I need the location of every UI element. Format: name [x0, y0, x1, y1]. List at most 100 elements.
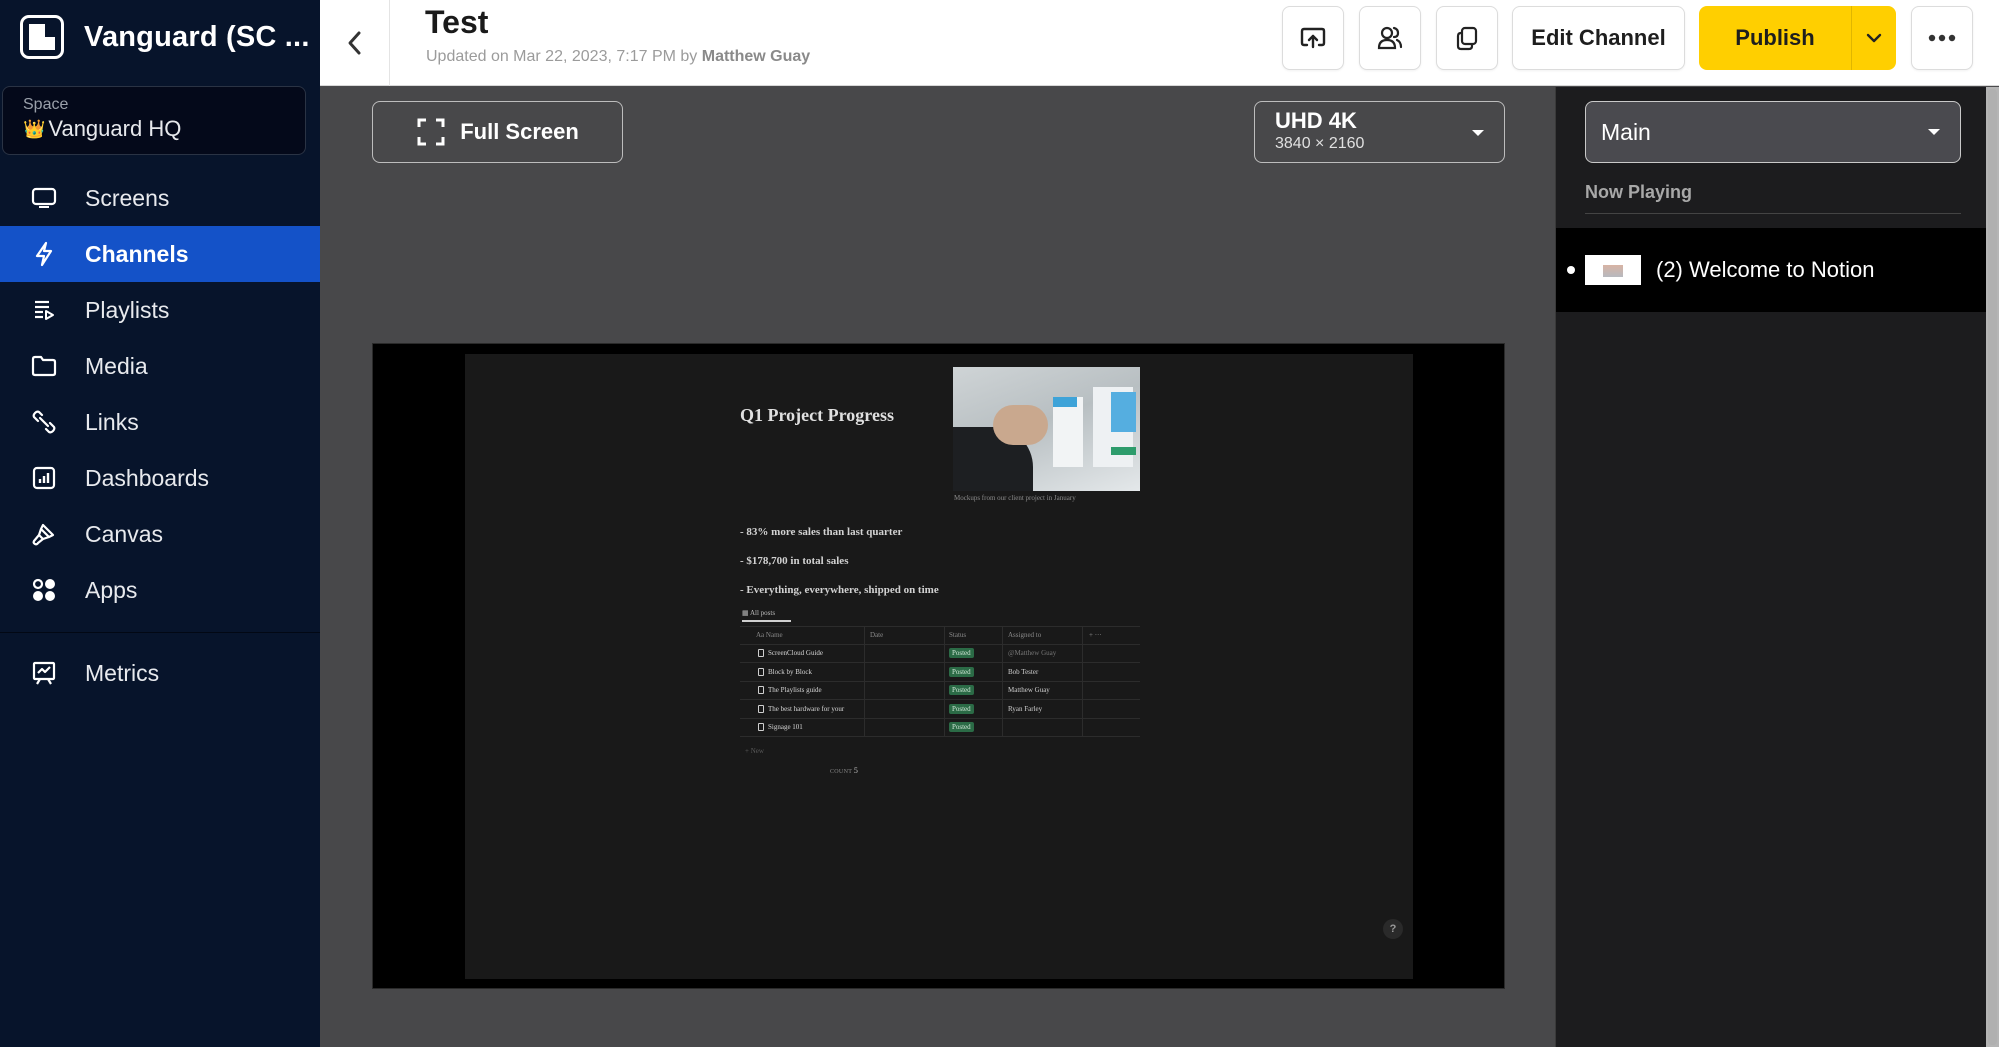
sidebar-item-media[interactable]: Media	[0, 338, 320, 394]
col-add: + ···	[1089, 631, 1102, 640]
row-name: Signage 101	[768, 723, 803, 732]
org-name: Vanguard (SC ...	[84, 20, 310, 53]
divider	[1585, 213, 1961, 214]
status-badge: Posted	[949, 703, 974, 714]
row-name: Block by Block	[768, 667, 812, 676]
table-header: Aa Name Date Status Assigned to + ···	[740, 626, 1140, 645]
fullscreen-icon	[417, 118, 445, 146]
sidebar-item-apps[interactable]: Apps	[0, 562, 320, 618]
sidebar-item-label: Metrics	[85, 659, 160, 686]
share-icon	[1300, 27, 1326, 49]
right-panel: Main Now Playing (2) Welcome to Notion	[1555, 87, 1987, 1047]
page-icon	[758, 723, 764, 732]
now-playing-item[interactable]: (2) Welcome to Notion	[1556, 228, 1987, 312]
nav-divider	[0, 632, 320, 633]
duplicate-icon	[1456, 26, 1478, 51]
row-assigned: @Matthew Guay	[1003, 644, 1083, 662]
sidebar-item-channels[interactable]: Channels	[0, 226, 320, 282]
publish-button[interactable]: Publish	[1699, 6, 1852, 70]
status-badge: Posted	[949, 666, 974, 677]
posts-table: Aa Name Date Status Assigned to + ··· Sc…	[740, 626, 1140, 737]
zone-select[interactable]: Main	[1585, 101, 1961, 163]
folder-icon	[30, 352, 58, 380]
screencloud-logo-icon	[20, 15, 64, 59]
tab-label: All posts	[749, 609, 776, 617]
space-value: 👑 Vanguard HQ	[23, 116, 285, 142]
status-badge: Posted	[949, 648, 974, 659]
content-thumbnail	[1585, 255, 1641, 285]
table-row: The best hardware for your Posted Ryan F…	[740, 700, 1140, 719]
sidebar-item-screens[interactable]: Screens	[0, 170, 320, 226]
sidebar-item-label: Screens	[85, 184, 170, 211]
resolution-dims: 3840 × 2160	[1275, 135, 1365, 152]
row-name: The Playlists guide	[768, 686, 822, 695]
space-label: Space	[23, 96, 69, 113]
sidebar-item-label: Playlists	[85, 296, 170, 323]
table-row: The Playlists guide Posted Matthew Guay	[740, 681, 1140, 700]
table-row: Signage 101 Posted	[740, 718, 1140, 737]
bullet-item: - Everything, everywhere, shipped on tim…	[740, 584, 939, 596]
scrollbar-thumb[interactable]	[1988, 89, 1997, 1045]
updated-text: Updated on Mar 22, 2023, 7:17 PM by	[426, 48, 702, 65]
scrollbar[interactable]	[1986, 87, 1999, 1047]
back-button[interactable]	[320, 0, 390, 86]
row-assigned	[1003, 718, 1083, 736]
space-name: Vanguard HQ	[48, 116, 182, 141]
page-icon	[758, 686, 764, 695]
table-view-tab: ▦ All posts	[742, 609, 791, 622]
status-badge: Posted	[949, 685, 974, 696]
col-date: Date	[865, 627, 945, 644]
notion-page-preview: Q1 Project Progress Mockups from our cli…	[465, 354, 1413, 979]
page-icon	[758, 667, 764, 676]
new-row-label: + New	[745, 747, 764, 755]
sidebar: Vanguard (SC ... Space 👑 Vanguard HQ Scr…	[0, 0, 320, 1047]
screen-icon	[30, 184, 58, 212]
sidebar-item-playlists[interactable]: Playlists	[0, 282, 320, 338]
link-icon	[30, 408, 58, 436]
full-screen-label: Full Screen	[460, 119, 579, 144]
sidebar-item-metrics[interactable]: Metrics	[0, 645, 320, 701]
caret-down-icon	[1928, 129, 1940, 135]
cast-to-screen-button[interactable]	[1282, 6, 1344, 70]
publish-options-button[interactable]	[1852, 6, 1896, 70]
col-status: Status	[945, 627, 1003, 644]
slide-title: Q1 Project Progress	[740, 405, 894, 425]
row-name: The best hardware for your	[768, 704, 845, 713]
table-icon: ▦	[742, 609, 750, 617]
count-summary: COUNT 5	[830, 766, 858, 775]
table-row: ScreenCloud Guide Posted @Matthew Guay	[740, 644, 1140, 663]
share-users-button[interactable]	[1359, 6, 1421, 70]
sidebar-item-label: Dashboards	[85, 464, 210, 491]
full-screen-button[interactable]: Full Screen	[372, 101, 623, 163]
preview-area: Full Screen UHD 4K 3840 × 2160 Q1 Projec…	[320, 87, 1555, 1047]
app: Vanguard (SC ... Space 👑 Vanguard HQ Scr…	[0, 0, 1999, 1047]
edit-channel-button[interactable]: Edit Channel	[1512, 6, 1685, 70]
row-assigned: Bob Tester	[1003, 663, 1083, 681]
sidebar-item-label: Links	[85, 408, 139, 435]
playing-indicator-icon	[1567, 266, 1575, 274]
page-icon	[758, 649, 764, 658]
dashboard-icon	[30, 464, 58, 492]
sidebar-item-dashboards[interactable]: Dashboards	[0, 450, 320, 506]
help-icon: ?	[1383, 919, 1403, 939]
zone-value: Main	[1601, 118, 1651, 145]
metrics-icon	[30, 659, 58, 687]
duplicate-button[interactable]	[1436, 6, 1498, 70]
brand[interactable]: Vanguard (SC ...	[20, 14, 310, 60]
playlist-icon	[30, 296, 58, 324]
more-options-button[interactable]	[1911, 6, 1973, 70]
lightning-icon	[30, 240, 58, 268]
resolution-select[interactable]: UHD 4K 3840 × 2160	[1254, 101, 1505, 163]
bullet-item: - 83% more sales than last quarter	[740, 526, 903, 538]
updated-by: Matthew Guay	[701, 48, 811, 65]
sidebar-item-canvas[interactable]: Canvas	[0, 506, 320, 562]
screen-preview: Q1 Project Progress Mockups from our cli…	[372, 343, 1505, 989]
users-icon	[1377, 26, 1403, 50]
sidebar-item-links[interactable]: Links	[0, 394, 320, 450]
space-switcher[interactable]: Space 👑 Vanguard HQ	[2, 86, 306, 155]
updated-info: Updated on Mar 22, 2023, 7:17 PM by Matt…	[426, 48, 810, 66]
table-row: Block by Block Posted Bob Tester	[740, 663, 1140, 682]
chevron-left-icon	[348, 31, 360, 55]
row-assigned: Ryan Farley	[1003, 700, 1083, 718]
brush-icon	[30, 520, 58, 548]
